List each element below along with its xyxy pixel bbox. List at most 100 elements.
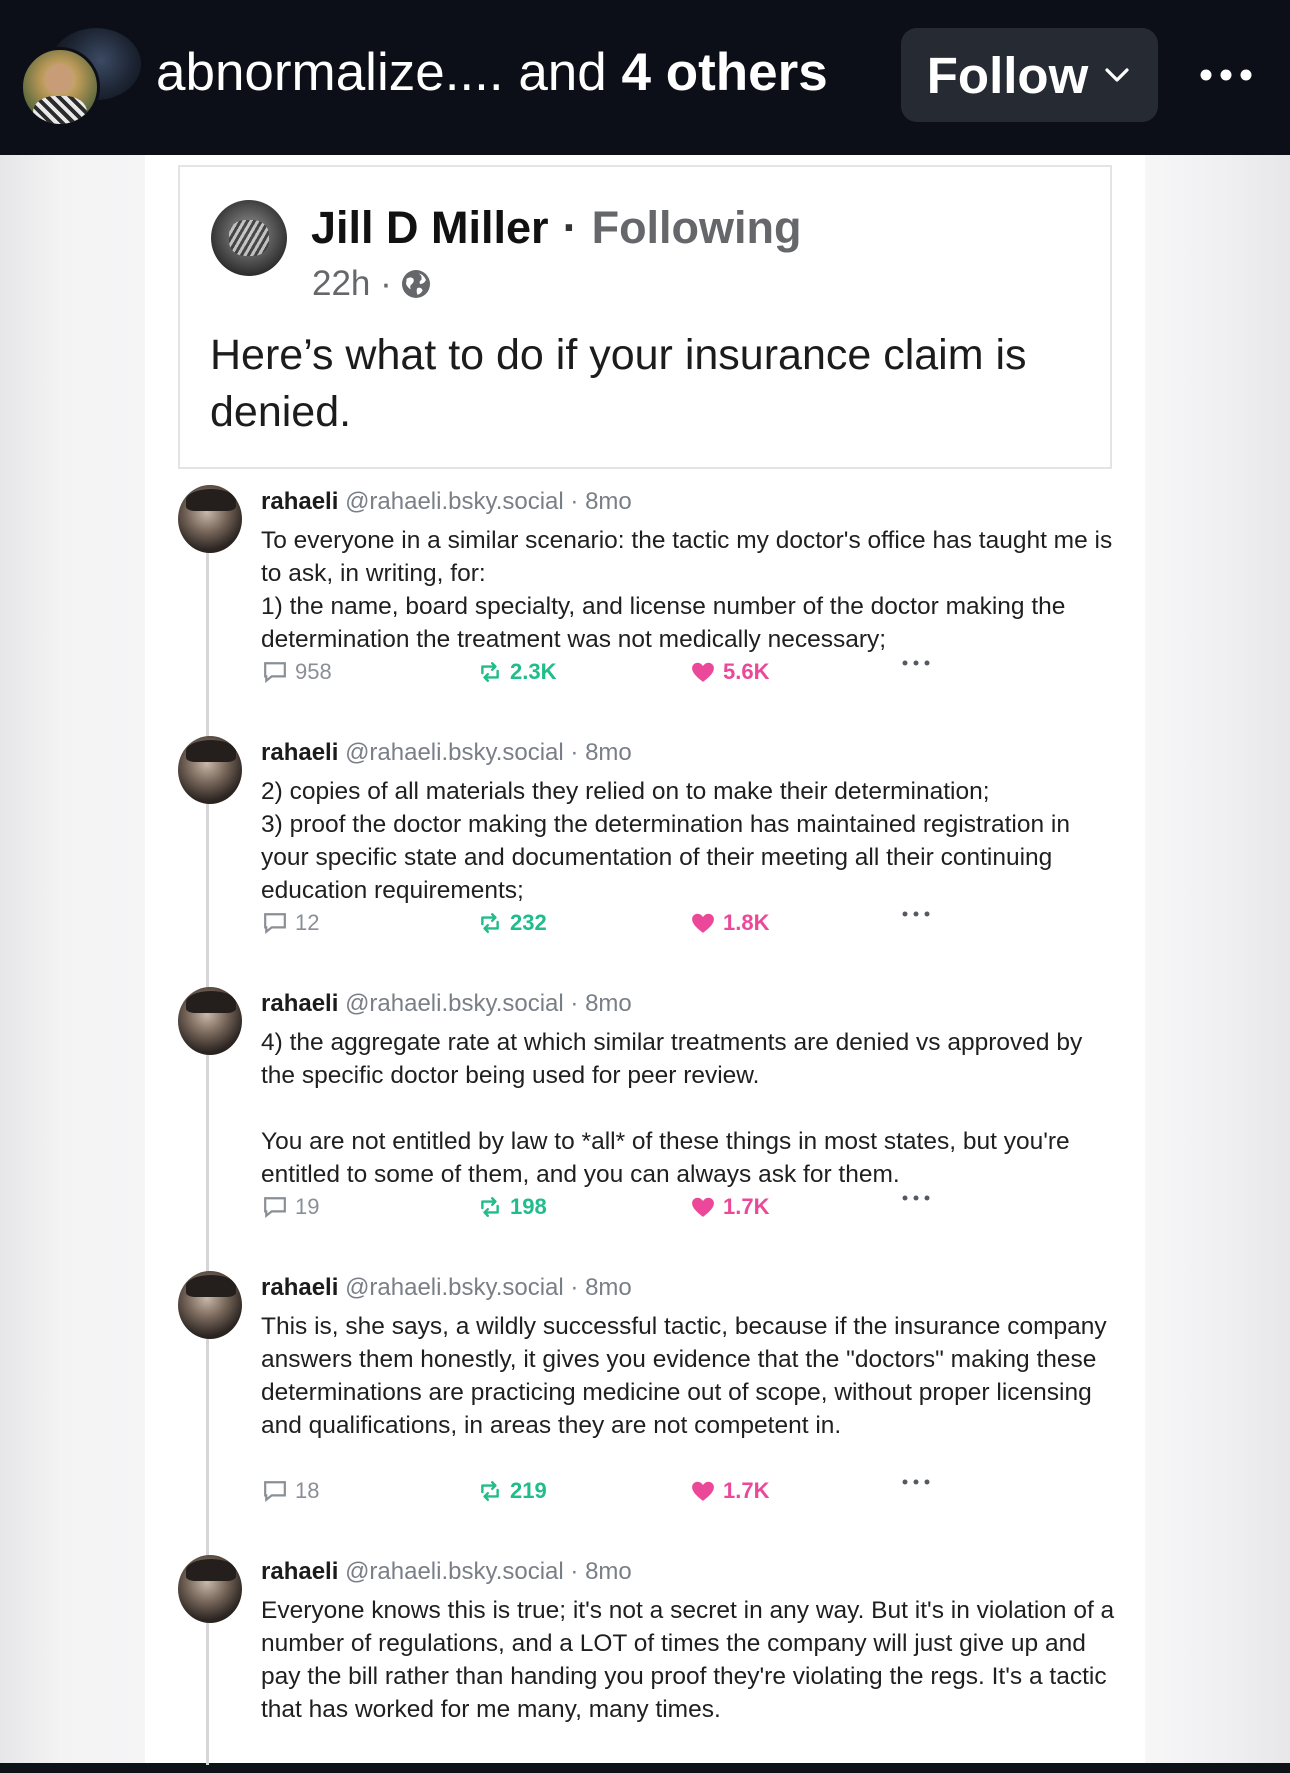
reply-count: 12 bbox=[295, 910, 320, 935]
repost-count: 2.3K bbox=[510, 659, 557, 684]
reply-button[interactable]: 18 bbox=[261, 1478, 319, 1504]
reply-count: 958 bbox=[295, 659, 332, 684]
repost-button[interactable]: 198 bbox=[476, 1194, 547, 1220]
screenshot-card: Jill D Miller · Following 22h · Here’s wha… bbox=[145, 155, 1145, 1765]
post-meta: rahaeli @rahaeli.bsky.social · 8mo bbox=[261, 1558, 632, 1586]
post-paragraph: 4) the aggregate rate at which similar t… bbox=[261, 1029, 1083, 1089]
repost-count: 219 bbox=[510, 1478, 547, 1503]
primary-author[interactable]: abnormalize.... bbox=[156, 43, 504, 102]
post-text: Here’s what to do if your insurance clai… bbox=[210, 331, 1027, 436]
post-paragraph: 2) copies of all materials they relied o… bbox=[261, 778, 1070, 904]
like-button[interactable]: 1.7K bbox=[689, 1478, 769, 1504]
follow-button[interactable]: Follow bbox=[901, 28, 1158, 122]
post-handle-time: @rahaeli.bsky.social · 8mo bbox=[345, 488, 632, 515]
ellipsis-icon bbox=[1200, 69, 1252, 81]
avatar-primary bbox=[20, 47, 100, 127]
post-author: rahaeli bbox=[261, 739, 339, 766]
following-status: Following bbox=[591, 202, 802, 253]
more-options-button[interactable] bbox=[1196, 52, 1256, 98]
post-body: Everyone knows this is true; it's not a … bbox=[261, 1594, 1121, 1726]
post-body: This is, she says, a wildly successful t… bbox=[261, 1310, 1121, 1442]
post-author: rahaeli bbox=[261, 488, 339, 515]
ellipsis-icon bbox=[902, 911, 930, 917]
post-more-button[interactable] bbox=[901, 1478, 931, 1486]
authors-line[interactable]: abnormalize.... and 4 others bbox=[156, 42, 828, 103]
post-author-name: Jill D Miller bbox=[311, 202, 549, 253]
post-more-button[interactable] bbox=[901, 910, 931, 918]
post-actions: 19 198 1.7K bbox=[261, 1194, 941, 1224]
post-meta: rahaeli @rahaeli.bsky.social · 8mo bbox=[261, 1274, 632, 1302]
post-handle-time: @rahaeli.bsky.social · 8mo bbox=[345, 990, 632, 1017]
avatar bbox=[178, 1271, 242, 1339]
post-body: 4) the aggregate rate at which similar t… bbox=[261, 1026, 1121, 1191]
avatar bbox=[178, 1555, 242, 1623]
post-paragraph: To everyone in a similar scenario: the t… bbox=[261, 527, 1113, 653]
post-meta: rahaeli @rahaeli.bsky.social · 8mo bbox=[261, 990, 632, 1018]
facebook-post: Jill D Miller · Following 22h · Here’s wha… bbox=[178, 165, 1112, 469]
reply-button[interactable]: 19 bbox=[261, 1194, 319, 1220]
post-more-button[interactable] bbox=[901, 659, 931, 667]
shared-image-area: Jill D Miller · Following 22h · Here’s wha… bbox=[0, 155, 1290, 1765]
comment-icon bbox=[264, 913, 286, 934]
post-timestamp: 22h · bbox=[312, 264, 432, 304]
chevron-down-icon bbox=[1105, 68, 1129, 82]
globe-icon bbox=[401, 270, 430, 298]
avatar bbox=[178, 987, 242, 1055]
heart-icon bbox=[692, 662, 714, 682]
post-paragraph: Everyone knows this is true; it's not a … bbox=[261, 1597, 1115, 1723]
like-count: 5.6K bbox=[723, 659, 770, 684]
ellipsis-icon bbox=[902, 660, 930, 666]
post-author: rahaeli bbox=[261, 990, 339, 1017]
post-header: abnormalize.... and 4 others Follow bbox=[0, 0, 1290, 155]
post-author-line: Jill D Miller · Following bbox=[311, 202, 802, 254]
like-button[interactable]: 5.6K bbox=[689, 659, 769, 685]
thread-post: rahaeli @rahaeli.bsky.social · 8mo This … bbox=[178, 1271, 1121, 1503]
comment-icon bbox=[264, 662, 286, 683]
repost-icon bbox=[481, 1197, 499, 1217]
repost-button[interactable]: 232 bbox=[476, 910, 547, 936]
other-authors[interactable]: 4 others bbox=[622, 43, 828, 102]
post-actions: 958 2.3K 5.6K bbox=[261, 659, 941, 689]
heart-icon bbox=[692, 1481, 714, 1501]
comment-icon bbox=[264, 1197, 286, 1218]
thread-post: rahaeli @rahaeli.bsky.social · 8mo To ev… bbox=[178, 485, 1118, 685]
heart-icon bbox=[692, 1197, 714, 1217]
like-button[interactable]: 1.8K bbox=[689, 910, 769, 936]
repost-button[interactable]: 2.3K bbox=[476, 659, 556, 685]
ellipsis-icon bbox=[902, 1479, 930, 1485]
post-handle-time: @rahaeli.bsky.social · 8mo bbox=[345, 739, 632, 766]
repost-icon bbox=[481, 1481, 499, 1501]
ellipsis-icon bbox=[902, 1195, 930, 1201]
reply-count: 18 bbox=[295, 1478, 320, 1503]
post-meta: rahaeli @rahaeli.bsky.social · 8mo bbox=[261, 488, 632, 516]
post-handle-time: @rahaeli.bsky.social · 8mo bbox=[345, 1558, 632, 1585]
separator-dot: · bbox=[562, 202, 578, 253]
like-count: 1.8K bbox=[723, 910, 770, 935]
reply-button[interactable]: 958 bbox=[261, 659, 332, 685]
authors-connector: and bbox=[503, 43, 622, 102]
avatar bbox=[178, 485, 242, 553]
post-body: 2) copies of all materials they relied o… bbox=[261, 775, 1121, 907]
repost-count: 232 bbox=[510, 910, 547, 935]
author-avatars[interactable] bbox=[20, 25, 144, 127]
repost-count: 198 bbox=[510, 1194, 547, 1219]
post-actions: 18 219 1.7K bbox=[261, 1478, 941, 1508]
post-author: rahaeli bbox=[261, 1558, 339, 1585]
post-body: To everyone in a similar scenario: the t… bbox=[261, 524, 1121, 656]
repost-icon bbox=[481, 913, 499, 933]
repost-button[interactable]: 219 bbox=[476, 1478, 547, 1504]
post-paragraph: You are not entitled by law to *all* of … bbox=[261, 1128, 1070, 1188]
post-more-button[interactable] bbox=[901, 1194, 931, 1202]
reply-count: 19 bbox=[295, 1194, 320, 1219]
repost-icon bbox=[481, 662, 499, 682]
thread-post: rahaeli @rahaeli.bsky.social · 8mo 4) th… bbox=[178, 987, 1121, 1219]
reply-button[interactable]: 12 bbox=[261, 910, 319, 936]
like-button[interactable]: 1.7K bbox=[689, 1194, 769, 1220]
heart-icon bbox=[692, 913, 714, 933]
follow-label: Follow bbox=[926, 46, 1089, 104]
like-count: 1.7K bbox=[723, 1194, 770, 1219]
post-handle-time: @rahaeli.bsky.social · 8mo bbox=[345, 1274, 632, 1301]
post-actions: 12 232 1.8K bbox=[261, 910, 941, 940]
avatar bbox=[178, 736, 242, 804]
avatar bbox=[211, 200, 287, 276]
